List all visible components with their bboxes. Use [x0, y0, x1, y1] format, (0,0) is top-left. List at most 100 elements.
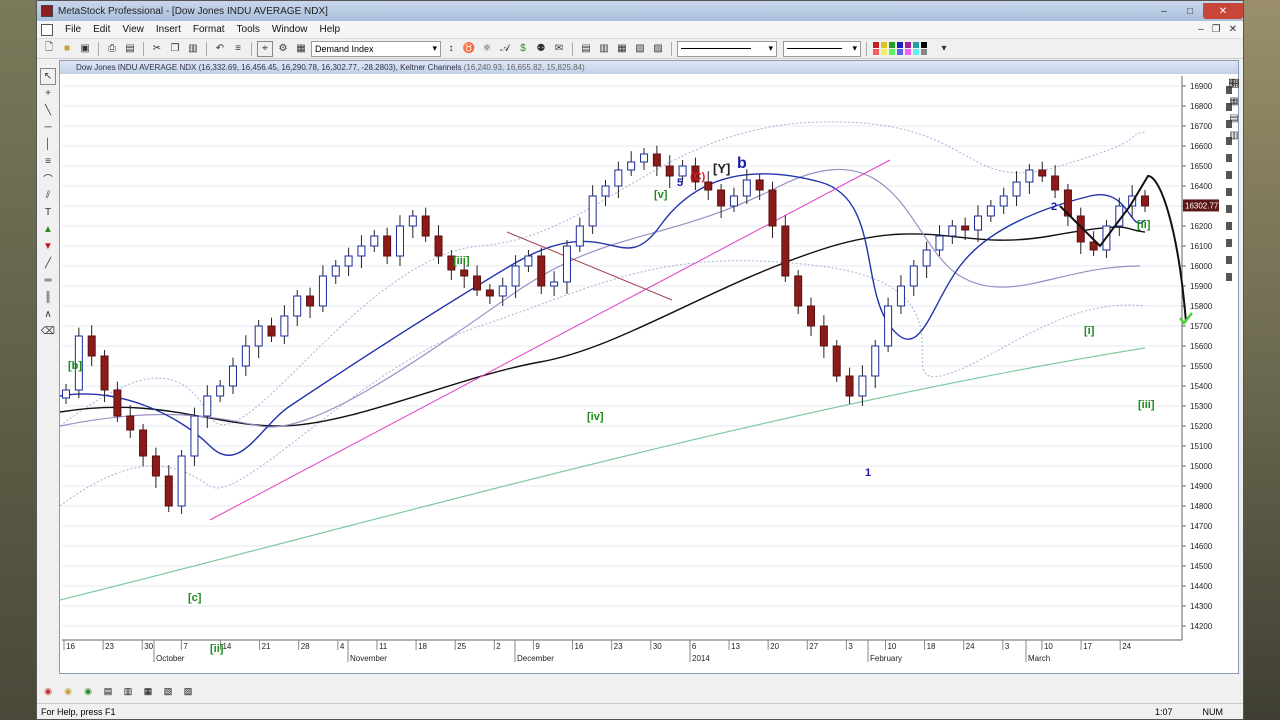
layout-4-icon[interactable]: ▧ [632, 41, 648, 57]
indicator-quicklist-icon[interactable]: ↕ [443, 41, 459, 57]
crosshair-icon[interactable]: + [40, 85, 56, 102]
print-icon[interactable]: ⎙ [104, 41, 120, 57]
sell-arrow-icon[interactable]: ▼ [40, 238, 56, 255]
candle-down [1051, 175, 1060, 191]
paste-icon[interactable]: ▥ [185, 41, 201, 57]
menu-file[interactable]: File [59, 24, 87, 35]
menu-window[interactable]: Window [266, 24, 314, 35]
window-title: MetaStock Professional - [Dow Jones INDU… [58, 5, 328, 17]
globe-icon[interactable]: ◉ [61, 684, 75, 698]
cut-icon[interactable]: ✂ [149, 41, 165, 57]
doc-minimize-icon[interactable]: – [1198, 24, 1204, 35]
explorer-icon[interactable]: ⚙ [275, 41, 291, 57]
keltner-upper-band [59, 121, 1146, 427]
menu-format[interactable]: Format [187, 24, 231, 35]
expert-icon[interactable]: ≡ [230, 41, 246, 57]
layout-1-icon[interactable]: ▤ [578, 41, 594, 57]
cycle-lines-icon[interactable]: ║ [40, 289, 56, 306]
axis-marker [1226, 222, 1232, 230]
maximize-icon[interactable]: □ [1177, 3, 1203, 19]
candle-up [254, 325, 263, 347]
price-chart[interactable]: 14200 14300 14400 14500 14600 14700 14800 14900… [59, 74, 1238, 674]
buy-arrow-icon[interactable]: ▲ [40, 221, 56, 238]
y-tick-label: 16900 [1190, 82, 1213, 91]
axis-marker [1226, 256, 1232, 264]
axis-marker [1226, 171, 1232, 179]
color-palette[interactable] [872, 42, 934, 56]
layout-icon[interactable]: ▨ [181, 684, 195, 698]
layout-icon[interactable]: ▦ [141, 684, 155, 698]
erase-icon[interactable]: ⌫ [40, 323, 56, 340]
candle-up [601, 185, 610, 197]
wave-label: [i] [1084, 325, 1095, 337]
speed-lines-icon[interactable]: ╱ [40, 255, 56, 272]
binoculars-icon[interactable]: ⚉ [533, 41, 549, 57]
chevron-down-icon[interactable]: ▾ [936, 41, 952, 57]
fibonacci-icon[interactable]: ≡ [40, 153, 56, 170]
undo-icon[interactable]: ↶ [212, 41, 228, 57]
horizontal-line-icon[interactable]: ─ [40, 119, 56, 136]
copy-icon[interactable]: ❐ [167, 41, 183, 57]
text-tool-icon[interactable]: T [40, 204, 56, 221]
wave-label: [ii] [1137, 219, 1151, 231]
candle-down [794, 275, 803, 307]
news-icon[interactable]: ✉ [551, 41, 567, 57]
dollar-icon[interactable]: $ [515, 41, 531, 57]
x-month-label: November [350, 654, 387, 663]
pointer-icon[interactable]: ↖ [40, 68, 56, 85]
doc-close-icon[interactable]: ✕ [1229, 24, 1237, 35]
menu-edit[interactable]: Edit [87, 24, 116, 35]
candle-down [100, 355, 109, 391]
vertical-line-icon[interactable]: │ [40, 136, 56, 153]
minimize-icon[interactable]: – [1151, 3, 1177, 19]
layout-icon[interactable]: ▧ [161, 684, 175, 698]
save-icon[interactable]: ▣ [77, 41, 93, 57]
layout-3-icon[interactable]: ▦ [614, 41, 630, 57]
new-file-icon[interactable]: 🗋 [41, 41, 57, 57]
candle-up [909, 265, 918, 287]
enhanced-system-icon[interactable]: ⚛ [479, 41, 495, 57]
regression-icon[interactable]: ═ [40, 272, 56, 289]
zoom-icon[interactable]: ⌖ [257, 40, 273, 57]
doc-restore-icon[interactable]: ❐ [1212, 24, 1221, 35]
axis-marker [1226, 205, 1232, 213]
x-tick-label: 16 [575, 642, 584, 651]
x-month-label: February [870, 654, 902, 663]
line-style-select[interactable]: ▾ [677, 40, 777, 57]
layout-icon[interactable]: ▥ [121, 684, 135, 698]
expert-advisor-icon[interactable]: 𝒜 [497, 41, 513, 57]
menu-tools[interactable]: Tools [231, 24, 266, 35]
scale-icon[interactable]: ▥ [1226, 127, 1242, 144]
toolbar-separator [671, 41, 672, 56]
candle-down [1038, 169, 1047, 177]
system-tester-icon[interactable]: ♉ [461, 41, 477, 57]
gann-fan-icon[interactable]: ∧ [40, 306, 56, 323]
candle-down [755, 179, 764, 191]
layout-2-icon[interactable]: ▥ [596, 41, 612, 57]
menu-bar: File Edit View Insert Format Tools Windo… [37, 21, 1243, 39]
menu-help[interactable]: Help [313, 24, 346, 35]
trendline-icon[interactable]: ╲ [40, 102, 56, 119]
indicator-select[interactable]: Demand Index ▾ [311, 40, 441, 57]
close-icon[interactable]: ✕ [1203, 3, 1243, 19]
indicator-builder-icon[interactable]: ▦ [293, 41, 309, 57]
open-folder-icon[interactable]: ■ [59, 41, 75, 57]
candle-up [177, 455, 186, 507]
menu-insert[interactable]: Insert [150, 24, 187, 35]
candle-up [280, 315, 289, 337]
menu-view[interactable]: View [116, 24, 150, 35]
candle-down [164, 475, 173, 507]
channel-icon[interactable]: ⫽ [40, 187, 56, 204]
arc-icon[interactable]: ⌒ [40, 170, 56, 187]
layout-5-icon[interactable]: ▨ [650, 41, 666, 57]
grid-icon[interactable]: ▦ [1226, 93, 1242, 110]
candle-up [884, 305, 893, 347]
zoom-in-icon[interactable]: 𝔝 [1226, 76, 1242, 93]
globe-icon[interactable]: ◉ [41, 684, 55, 698]
chart-type-icon[interactable]: ▤ [1226, 110, 1242, 127]
line-weight-select[interactable]: ▾ [783, 40, 861, 57]
x-tick-label: 23 [105, 642, 114, 651]
layout-icon[interactable]: ▤ [101, 684, 115, 698]
print-preview-icon[interactable]: ▤ [122, 41, 138, 57]
globe-icon[interactable]: ◉ [81, 684, 95, 698]
